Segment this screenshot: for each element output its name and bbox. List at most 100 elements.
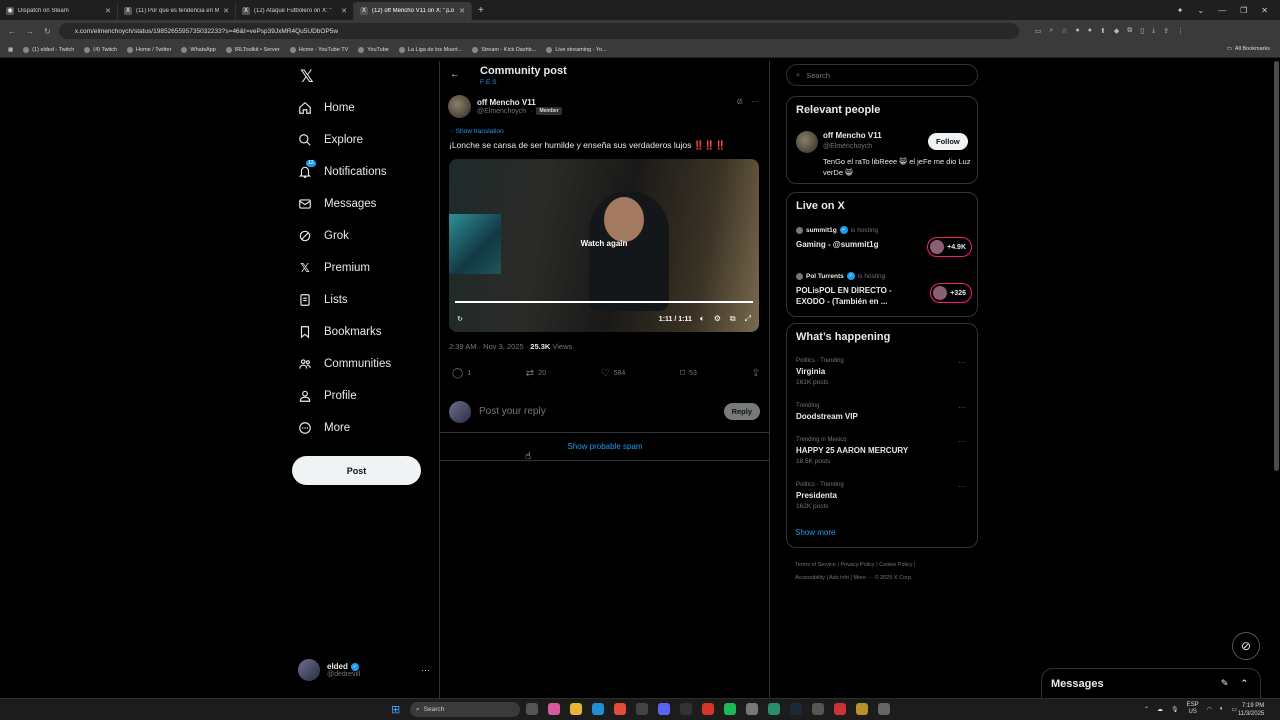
reply-action[interactable]: ◯ 1 — [452, 368, 471, 379]
task-view-icon[interactable] — [526, 703, 538, 715]
trend-item[interactable]: Trending in Mexico HAPPY 25 AARON MERCUR… — [796, 437, 972, 465]
sidebar-item-home[interactable]: Home — [298, 101, 355, 115]
apps-icon[interactable]: ▦ — [8, 47, 13, 53]
follow-button[interactable]: Follow — [928, 133, 968, 150]
download-icon[interactable]: ⤓ — [1152, 27, 1155, 35]
url-field[interactable]: x.com/elmenchoych/status/198526559573503… — [58, 23, 1019, 39]
sidebar-item-bookmarks[interactable]: Bookmarks — [298, 325, 382, 339]
more-dots-icon[interactable]: ··· — [421, 665, 430, 675]
chevron-down-icon[interactable]: ⌄ — [1197, 6, 1204, 15]
pip-icon[interactable]: ⧉ — [730, 314, 736, 324]
battery-icon[interactable]: ▭ — [1232, 706, 1238, 713]
edge-icon[interactable] — [592, 703, 604, 715]
bookmark-item[interactable]: Live streaming - Yo... — [546, 46, 607, 53]
copilot-icon[interactable] — [548, 703, 560, 715]
taskbar-search[interactable]: ⌕ Search — [410, 702, 520, 717]
more-dots-icon[interactable]: ··· — [958, 358, 966, 367]
sidebar-item-notifications[interactable]: 12 Notifications — [298, 160, 387, 179]
sidepanel-icon[interactable]: ▯ — [1140, 27, 1144, 35]
close-tab-icon[interactable]: ✕ — [341, 7, 347, 15]
maximize-icon[interactable]: ❐ — [1240, 6, 1247, 15]
footer-line[interactable]: Accessibility | Ads info | More ··· © 20… — [795, 572, 975, 585]
minimize-icon[interactable]: — — [1218, 6, 1226, 15]
app-icon[interactable] — [856, 703, 868, 715]
chevron-up-icon[interactable]: ⌃ — [1240, 678, 1248, 689]
video-progress-bar[interactable] — [455, 301, 753, 303]
trend-item[interactable]: Trending Doodstream VIP ··· — [796, 403, 972, 421]
like-action[interactable]: ♡ 584 — [601, 368, 626, 379]
relevant-person-name[interactable]: off Mencho V11 — [823, 131, 882, 140]
steam-icon[interactable] — [790, 703, 802, 715]
volume-icon[interactable]: 🔈︎ — [700, 314, 705, 324]
grok-fab-icon[interactable]: ⊘ — [1232, 632, 1260, 660]
extension-icon[interactable]: ● — [1088, 27, 1092, 35]
browser-tab[interactable]: X (11) Por que es tendencia en M ✕ — [118, 2, 236, 20]
share-action[interactable]: ⇪ — [752, 368, 760, 379]
reply-input[interactable]: Post your reply — [479, 406, 716, 417]
bookmark-item[interactable]: Home - YouTube TV — [289, 46, 348, 53]
trend-item[interactable]: Politics · Trending Virginia 161K posts … — [796, 358, 972, 386]
bookmark-item[interactable]: Stream - Kick Dashb... — [472, 46, 536, 53]
author-avatar[interactable] — [448, 95, 471, 118]
close-tab-icon[interactable]: ✕ — [105, 7, 111, 15]
close-tab-icon[interactable]: ✕ — [459, 7, 465, 15]
bookmark-item[interactable]: (4) Twitch — [84, 46, 117, 53]
bookmark-item[interactable]: WhatsApp — [181, 46, 216, 53]
show-more-link[interactable]: Show more — [795, 528, 835, 537]
x-logo[interactable]: 𝕏 — [300, 67, 314, 87]
page-scrollbar[interactable] — [1274, 61, 1279, 471]
search-input[interactable]: ⌕ Search — [786, 64, 978, 86]
app-icon[interactable] — [878, 703, 890, 715]
fullscreen-icon[interactable]: ⤢ — [745, 314, 751, 324]
ai-sparkle-icon[interactable]: ✦ — [1177, 6, 1184, 15]
obs-icon[interactable] — [746, 703, 758, 715]
avatar[interactable] — [796, 131, 818, 153]
compose-icon[interactable]: ✎ — [1221, 678, 1229, 689]
bookmark-action[interactable]: ⌑ 53 — [680, 368, 697, 379]
live-item[interactable]: summit1g ✓ is hosting Gaming - @summit1g +… — [796, 226, 972, 257]
language-indicator[interactable]: ESP US — [1187, 702, 1199, 716]
post-button[interactable]: Post — [292, 456, 421, 485]
author-handle[interactable]: @Elmenchoych — [477, 108, 526, 115]
spotify-icon[interactable] — [724, 703, 736, 715]
back-arrow-icon[interactable]: ← — [450, 69, 460, 80]
app-icon[interactable] — [702, 703, 714, 715]
sidebar-item-communities[interactable]: Communities — [298, 357, 391, 371]
puzzle-icon[interactable]: ⧉ — [1127, 27, 1132, 35]
back-icon[interactable]: ← — [8, 27, 16, 36]
sidebar-item-more[interactable]: More — [298, 421, 350, 435]
show-probable-spam-link[interactable]: Show probable spam — [440, 433, 770, 461]
more-dots-icon[interactable]: ··· — [958, 437, 966, 446]
sidebar-item-messages[interactable]: Messages — [298, 197, 376, 211]
onedrive-icon[interactable]: ☁ — [1157, 706, 1163, 713]
settings-icon[interactable]: ⚙ — [714, 314, 721, 324]
sidebar-item-lists[interactable]: Lists — [298, 293, 348, 307]
cast-icon[interactable]: ▭ — [1035, 27, 1042, 35]
messages-drawer[interactable]: Messages ✎ ⌃ — [1041, 668, 1261, 698]
forward-icon[interactable]: → — [26, 27, 34, 36]
new-tab-icon[interactable]: + — [472, 2, 490, 20]
bookmark-item[interactable]: Home / Twitter — [127, 46, 171, 53]
zoom-icon[interactable]: ⌕ — [1049, 27, 1053, 35]
grok-icon[interactable]: ⊘ — [736, 97, 743, 106]
trend-item[interactable]: Politics · Trending Presidenta 162K post… — [796, 482, 972, 510]
bookmark-item[interactable]: La Liga de los Muert... — [398, 46, 462, 53]
volume-icon[interactable]: 🔈︎ — [1220, 706, 1224, 713]
sidebar-item-grok[interactable]: Grok — [298, 229, 349, 243]
more-dots-icon[interactable]: ··· — [958, 482, 966, 491]
close-window-icon[interactable]: ✕ — [1261, 6, 1268, 15]
account-switcher[interactable]: elded ✓ @dedrevill ··· — [298, 659, 434, 681]
sidebar-item-explore[interactable]: Explore — [298, 133, 363, 147]
live-item[interactable]: Pol Turrents ✓ is hosting POLisPOL EN DIRE… — [796, 272, 972, 307]
app-icon[interactable] — [812, 703, 824, 715]
app-icon[interactable] — [680, 703, 692, 715]
all-bookmarks[interactable]: ▭ All Bookmarks — [1227, 46, 1270, 52]
app-icon[interactable] — [768, 703, 780, 715]
browser-tab[interactable]: ◉ Dispatch on Steam ✕ — [0, 2, 118, 20]
discord-icon[interactable] — [658, 703, 670, 715]
post-timestamp[interactable]: 2:39 AM · Nov 3, 2025 · — [449, 342, 530, 351]
reply-button[interactable]: Reply — [723, 403, 760, 420]
mic-icon[interactable]: 🎙︎ — [1171, 706, 1179, 713]
sidebar-item-premium[interactable]: 𝕏 Premium — [298, 261, 370, 275]
sidebar-item-profile[interactable]: Profile — [298, 389, 357, 403]
